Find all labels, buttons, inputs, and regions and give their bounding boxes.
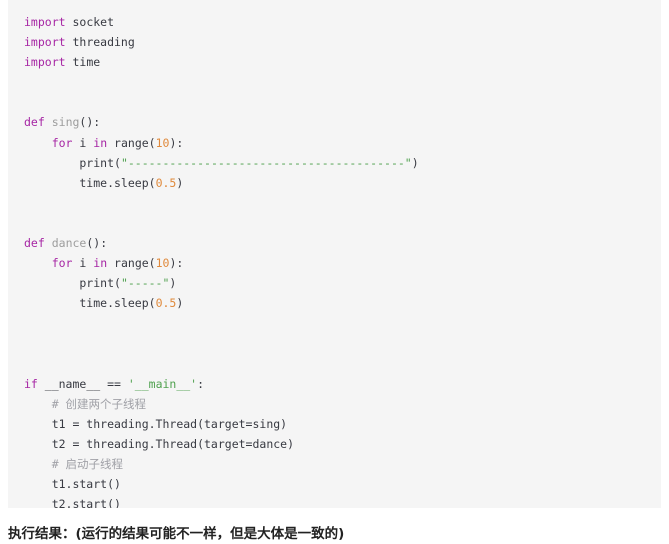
code-token-txt: socket (65, 15, 115, 29)
code-token-fn: dance (51, 236, 87, 251)
code-token-pun: ) (169, 276, 177, 291)
code-line-list: import socket import threading import time… (8, 12, 661, 508)
code-line: import threading (8, 32, 661, 52)
code-token-kw: def (24, 115, 45, 130)
code-token-txt: time.sleep( (24, 296, 156, 311)
code-line: def sing(): (8, 112, 661, 132)
code-line: print("---------------------------------… (8, 153, 661, 173)
code-line: t1 = threading.Thread(target=sing) (8, 414, 661, 434)
code-line: print("-----") (8, 273, 661, 293)
code-token-txt: t1 = threading.Thread(target=sing) (24, 416, 288, 431)
code-token-txt: i (72, 135, 94, 150)
code-token-kw: if (24, 376, 38, 391)
code-token-kw: def (24, 236, 45, 251)
code-token-str: "-----" (120, 276, 170, 291)
code-token-str: "---------------------------------------… (120, 155, 412, 170)
code-token-cmt: # 启动子线程 (51, 457, 124, 472)
code-line: time.sleep(0.5) (8, 293, 661, 313)
execution-result-caption: 执行结果：(运行的结果可能不一样，但是大体是一致的) (8, 526, 345, 542)
code-line: # 创建两个子线程 (8, 394, 661, 414)
code-token-pun: ) (176, 296, 184, 311)
code-token-kw: in (93, 256, 108, 271)
code-token-pun: (): (79, 115, 101, 130)
code-token-txt: time.sleep( (24, 175, 156, 190)
code-line: t1.start() (8, 474, 661, 494)
code-block-python: import socket import threading import time… (8, 0, 661, 508)
code-token-txt: t2.start() (24, 497, 121, 508)
code-token-kw: for (51, 256, 73, 271)
code-token-txt: threading (65, 35, 135, 50)
code-token-kw: import (24, 15, 66, 29)
code-token-txt: i (72, 256, 94, 271)
code-line: t2.start() (8, 494, 661, 508)
code-line: # 启动子线程 (8, 454, 661, 474)
code-token-num: 10 (155, 135, 170, 150)
code-token-txt: print( (24, 155, 121, 170)
code-line: t2 = threading.Thread(target=dance) (8, 434, 661, 454)
code-line: import time (8, 52, 661, 72)
code-token-num: 10 (155, 256, 170, 271)
code-line: import socket (8, 12, 661, 32)
code-line: for i in range(10): (8, 133, 661, 153)
code-token-fn: sing (51, 115, 80, 130)
code-token-num: 0.5 (155, 296, 177, 311)
code-token-kw: for (51, 135, 73, 150)
code-line: if __name__ == '__main__': (8, 374, 661, 394)
code-token-kw: in (93, 135, 108, 150)
code-token-txt: range( (107, 256, 156, 271)
code-token-pun: : (197, 376, 205, 391)
code-token-str: '__main__' (127, 376, 198, 391)
code-line: def dance(): (8, 233, 661, 253)
code-token-pun: ): (169, 135, 184, 150)
code-token-txt: __name__ == (37, 376, 128, 391)
code-token-pun: ): (169, 256, 184, 271)
code-line: time.sleep(0.5) (8, 173, 661, 193)
code-token-txt: range( (107, 135, 156, 150)
code-token-txt: time (65, 55, 101, 70)
code-line: for i in range(10): (8, 253, 661, 273)
code-token-cmt: # 创建两个子线程 (51, 396, 147, 411)
code-token-kw: import (24, 35, 66, 50)
code-token-txt: t2 = threading.Thread(target=dance) (24, 436, 295, 451)
code-token-num: 0.5 (155, 175, 177, 190)
page-root: import socket import threading import time… (0, 0, 669, 544)
code-token-pun: ) (411, 155, 419, 170)
code-token-pun: ) (176, 175, 184, 190)
code-token-txt: print( (24, 276, 121, 291)
code-token-kw: import (24, 55, 66, 70)
code-token-pun: (): (86, 236, 108, 251)
code-token-txt: t1.start() (24, 477, 121, 492)
